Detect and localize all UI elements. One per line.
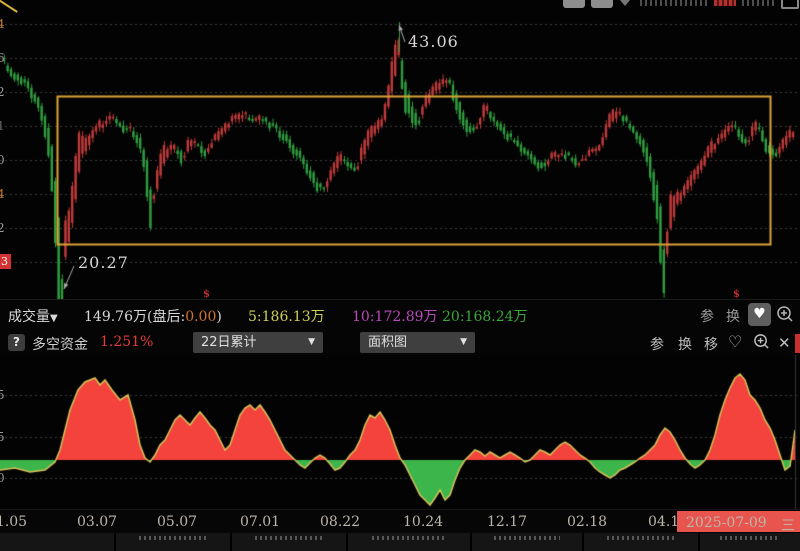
clipped-toolbar-text bbox=[714, 0, 736, 6]
clipped-tab-text bbox=[720, 536, 780, 540]
clipped-toolbar-button[interactable] bbox=[563, 0, 585, 8]
chevron-down-icon: ▼ bbox=[308, 332, 315, 353]
bottom-tab-segment[interactable] bbox=[472, 533, 582, 551]
current-weekday: 三 bbox=[781, 515, 795, 535]
current-date-badge: 2025-07-09 三 bbox=[677, 511, 800, 532]
clipped-tab-text bbox=[607, 536, 675, 540]
current-date: 2025-07-09 bbox=[686, 515, 767, 531]
y-axis-label: 6 bbox=[0, 51, 7, 65]
zoom-in-icon[interactable] bbox=[753, 333, 771, 351]
heart-outline-icon[interactable]: ♡ bbox=[728, 332, 742, 351]
chevron-down-icon[interactable] bbox=[620, 0, 630, 6]
stock-app-window: 43.06 20.27 46210423 $$ 成交量▼ 149.76万 (盘后… bbox=[0, 0, 800, 551]
clipped-tab-text bbox=[494, 536, 560, 540]
bottom-tab-segment[interactable] bbox=[232, 533, 346, 551]
indicator-name[interactable]: 多空资金 bbox=[32, 334, 88, 354]
bottom-tab-segment[interactable] bbox=[348, 533, 470, 551]
date-tick-label: 03.07 bbox=[77, 514, 117, 530]
clipped-tab-text bbox=[255, 536, 323, 540]
clipped-toolbar-text bbox=[742, 0, 776, 6]
volume-ma20: 20:168.24万 bbox=[442, 306, 528, 326]
y-axis-label: 2 bbox=[0, 221, 7, 235]
y-axis-label: 5 bbox=[0, 430, 7, 444]
period-dropdown[interactable]: 22日累计 ▼ bbox=[193, 332, 323, 353]
chevron-down-icon: ▼ bbox=[460, 332, 467, 353]
bottom-tab-segment[interactable] bbox=[0, 533, 114, 551]
chevron-down-icon: ▼ bbox=[50, 313, 58, 324]
high-price-label: 43.06 bbox=[408, 32, 459, 51]
indicator-header-bar: ? 多空资金 1.251% 22日累计 ▼ 面积图 ▼ 参 换 移 ♡ ✕ bbox=[0, 329, 800, 355]
bottom-tab-bar bbox=[0, 533, 800, 551]
help-icon[interactable]: ? bbox=[8, 334, 25, 351]
clipped-toolbar-button[interactable] bbox=[781, 0, 799, 9]
switch-button[interactable]: 换 bbox=[678, 334, 692, 354]
y-axis-label: 3 bbox=[0, 254, 11, 269]
date-tick-label: 05.07 bbox=[157, 514, 197, 530]
move-button[interactable]: 移 bbox=[704, 334, 718, 354]
heart-icon: ♥ bbox=[753, 306, 766, 322]
date-tick-label: 02.18 bbox=[567, 514, 607, 530]
y-axis-label: 5 bbox=[0, 388, 7, 402]
style-dropdown[interactable]: 面积图 ▼ bbox=[360, 332, 475, 353]
bottom-tab-segment[interactable] bbox=[116, 533, 230, 551]
clipped-tab-text bbox=[372, 536, 445, 540]
y-axis-label: 2 bbox=[0, 85, 7, 99]
switch-button[interactable]: 换 bbox=[726, 306, 740, 326]
date-tick-label: 10.24 bbox=[403, 514, 443, 530]
favorite-button[interactable]: ♥ bbox=[748, 303, 771, 326]
date-tick-label: 11.05 bbox=[0, 514, 27, 530]
period-dropdown-value: 22日累计 bbox=[201, 335, 257, 350]
bottom-tab-segment[interactable] bbox=[584, 533, 698, 551]
volume-label[interactable]: 成交量▼ bbox=[8, 306, 58, 326]
clipped-red-marker bbox=[795, 334, 800, 353]
date-tick-label: 08.22 bbox=[320, 514, 360, 530]
after-hours-volume: (盘后:0.00) bbox=[147, 306, 222, 326]
y-axis-label: 0 bbox=[0, 153, 7, 167]
volume-info-bar: 成交量▼ 149.76万 (盘后:0.00) 5:186.13万 10:172.… bbox=[0, 299, 800, 330]
close-icon[interactable]: ✕ bbox=[778, 334, 791, 352]
indicator-value: 1.251% bbox=[100, 334, 153, 350]
volume-ma5: 5:186.13万 bbox=[248, 306, 325, 326]
y-axis-label: 4 bbox=[0, 17, 7, 31]
style-dropdown-value: 面积图 bbox=[368, 335, 407, 350]
date-tick-label: 07.01 bbox=[240, 514, 280, 530]
param-button[interactable]: 参 bbox=[650, 334, 664, 354]
clipped-toolbar-text bbox=[640, 0, 710, 6]
volume-value: 149.76万 bbox=[84, 306, 147, 326]
low-price-label: 20.27 bbox=[78, 253, 129, 272]
volume-ma10: 10:172.89万 bbox=[352, 306, 438, 326]
date-axis: 2025-07-09 三 11.05 03.07 05.07 07.01 08.22 10… bbox=[0, 509, 800, 533]
bottom-tab-segment[interactable] bbox=[700, 533, 800, 551]
clipped-toolbar-button[interactable] bbox=[591, 0, 613, 8]
y-axis-label: 4 bbox=[0, 187, 7, 201]
param-button[interactable]: 参 bbox=[700, 306, 714, 326]
y-axis-label: 1 bbox=[0, 119, 7, 133]
date-tick-label: 12.17 bbox=[487, 514, 527, 530]
zoom-in-icon[interactable] bbox=[776, 305, 794, 323]
clipped-tab-text bbox=[139, 536, 207, 540]
y-axis-label: 0 bbox=[0, 471, 7, 485]
indicator-area-chart[interactable] bbox=[0, 355, 800, 509]
